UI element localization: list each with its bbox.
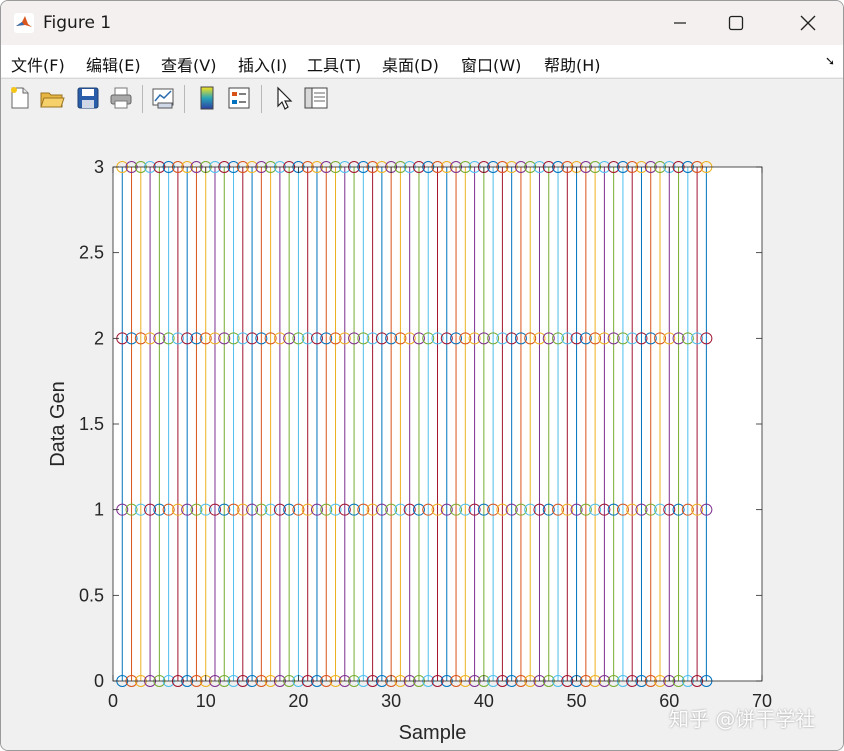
open-file-icon[interactable] — [39, 85, 65, 111]
new-figure-icon[interactable] — [7, 85, 33, 111]
link-plot-icon[interactable] — [150, 85, 176, 111]
menu-desktop[interactable]: 桌面(D) — [382, 52, 439, 76]
menu-help[interactable]: 帮助(H) — [544, 52, 601, 76]
y-tick-label: 1 — [94, 500, 104, 520]
select-arrow-icon[interactable] — [271, 85, 297, 111]
menu-view[interactable]: 查看(V) — [161, 52, 216, 76]
x-tick-label: 10 — [196, 691, 216, 711]
menu-window[interactable]: 窗口(W) — [461, 52, 521, 76]
y-tick-label: 2 — [94, 328, 104, 348]
toolbar-separator — [142, 85, 143, 113]
property-editor-icon[interactable] — [303, 85, 329, 111]
maximize-button[interactable] — [709, 1, 763, 45]
figure-canvas: 0 10 20 30 40 50 60 70 0 0.5 1 1.5 2 2.5 3 Sample Data G… — [1, 119, 843, 750]
save-icon[interactable] — [75, 85, 101, 111]
y-tick-label: 3 — [94, 157, 104, 177]
dock-arrow-icon[interactable]: ➘ — [825, 54, 835, 68]
x-tick-label: 20 — [288, 691, 308, 711]
figure-window: Figure 1 文件(F) 编辑(E) 查看(V) 插入(I) 工具(T) 桌… — [0, 0, 844, 751]
toolbar — [1, 78, 843, 120]
y-tick-label: 2.5 — [79, 243, 104, 263]
minimize-button[interactable] — [653, 1, 707, 45]
toolbar-separator — [184, 85, 185, 113]
print-icon[interactable] — [108, 85, 134, 111]
minimize-icon — [674, 22, 686, 24]
menu-bar: 文件(F) 编辑(E) 查看(V) 插入(I) 工具(T) 桌面(D) 窗口(W… — [1, 45, 843, 77]
stem-chart[interactable]: 0 10 20 30 40 50 60 7000.511.522.53SampleData G… — [1, 119, 843, 750]
insert-colorbar-icon[interactable] — [194, 85, 220, 111]
x-tick-label: 30 — [381, 691, 401, 711]
toolbar-separator — [261, 85, 262, 113]
y-tick-label: 0 — [94, 671, 104, 691]
menu-edit[interactable]: 编辑(E) — [86, 52, 141, 76]
y-tick-label: 1.5 — [79, 414, 104, 434]
watermark: 知乎 @饼干学社 — [669, 707, 816, 731]
menu-tools[interactable]: 工具(T) — [307, 52, 361, 76]
y-axis-label: Data Gen — [47, 381, 69, 467]
x-tick-label: 40 — [474, 691, 494, 711]
maximize-icon — [728, 15, 744, 31]
x-tick-label: 50 — [567, 691, 587, 711]
x-tick-label: 0 — [108, 691, 118, 711]
close-icon — [800, 15, 816, 31]
insert-legend-icon[interactable] — [226, 85, 252, 111]
menu-file[interactable]: 文件(F) — [11, 52, 65, 76]
close-button[interactable] — [781, 1, 835, 45]
menu-insert[interactable]: 插入(I) — [238, 52, 287, 76]
window-title: Figure 1 — [43, 13, 112, 33]
y-tick-label: 0.5 — [79, 585, 104, 605]
title-bar: Figure 1 — [1, 1, 843, 45]
matlab-icon — [14, 13, 34, 33]
x-axis-label: Sample — [399, 722, 467, 744]
